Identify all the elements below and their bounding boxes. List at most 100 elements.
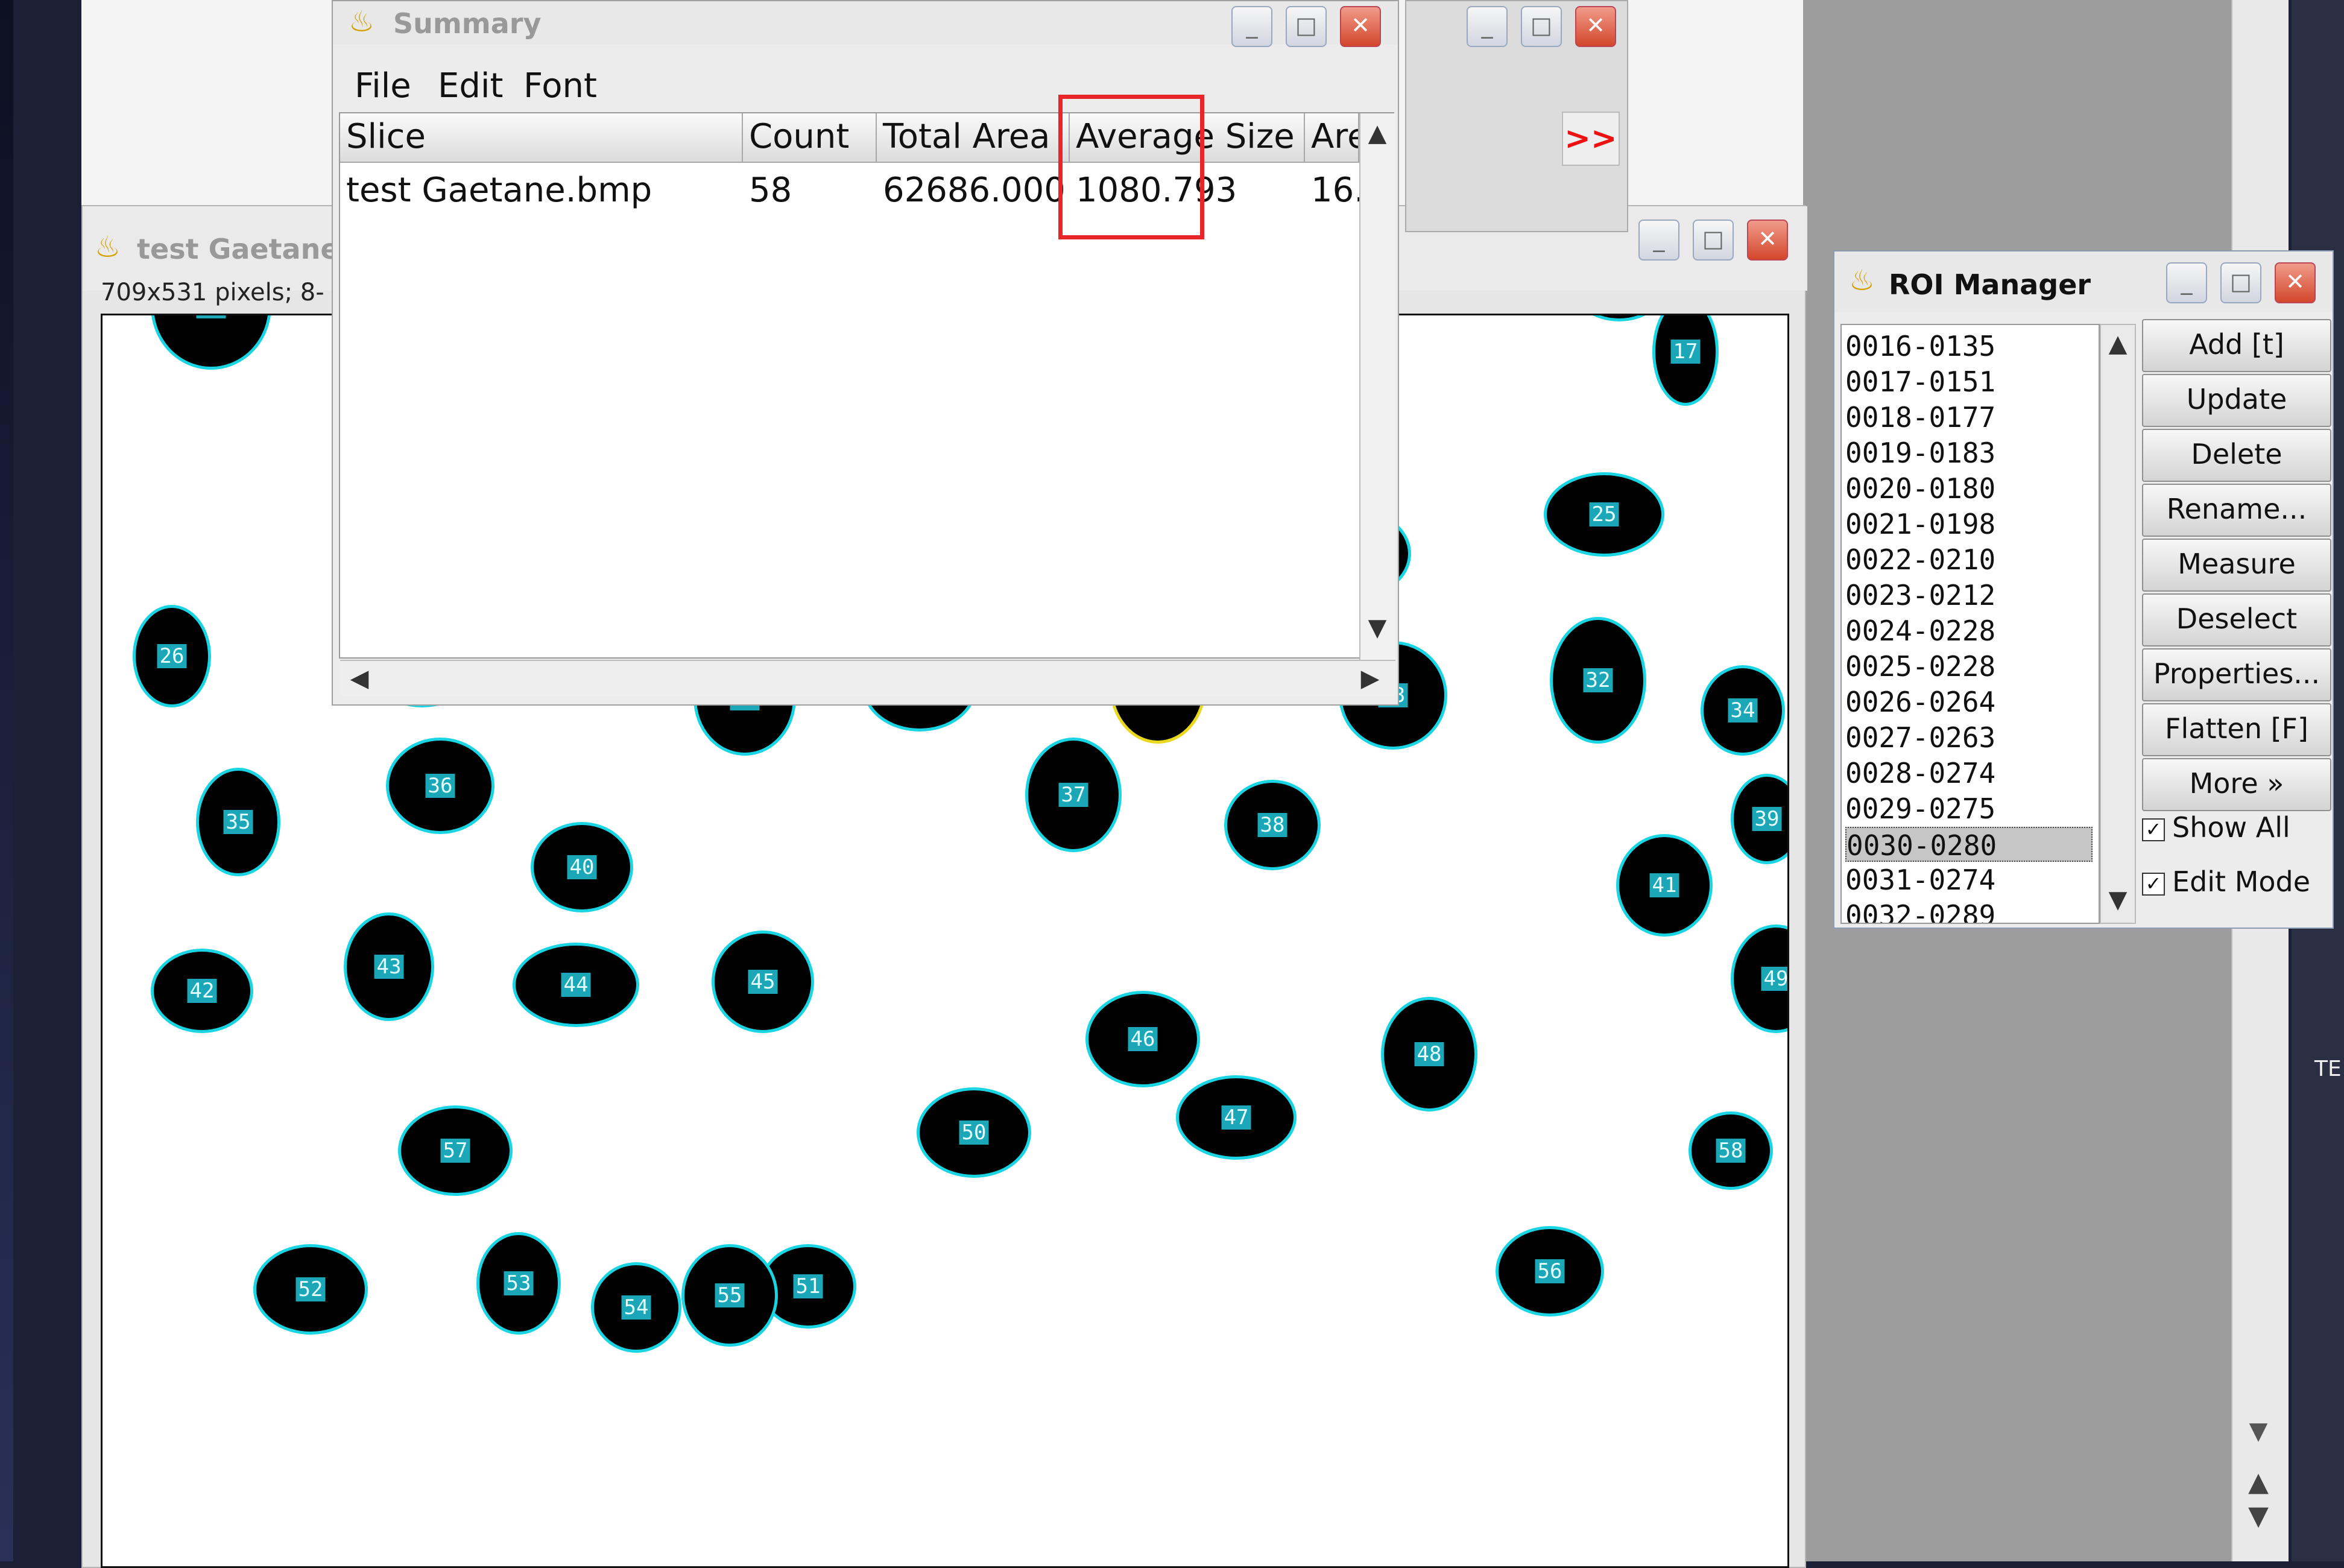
roi-list-item[interactable]: 0017-0151	[1845, 364, 2093, 399]
menu-font[interactable]: Font	[523, 66, 597, 106]
nucleus-roi[interactable]: 44	[513, 943, 639, 1027]
nucleus-roi[interactable]: 48	[1381, 997, 1477, 1111]
nucleus-roi[interactable]: 43	[344, 912, 434, 1021]
nucleus-roi[interactable]: 42	[151, 949, 253, 1033]
maximize-icon[interactable]: □	[1693, 220, 1734, 261]
nucleus-roi[interactable]: 39	[1731, 774, 1787, 864]
cell-total-area: 62686.000	[883, 171, 1066, 210]
roi-list-item[interactable]: 0025-0228	[1845, 649, 2093, 684]
roi-button-properties[interactable]: Properties...	[2142, 648, 2331, 701]
column-header-count[interactable]: Count	[743, 113, 877, 163]
menu-edit[interactable]: Edit	[438, 66, 503, 106]
nucleus-roi[interactable]: 50	[917, 1087, 1031, 1178]
maximize-icon[interactable]: □	[1521, 6, 1562, 47]
nucleus-roi[interactable]: 13	[151, 315, 271, 370]
roi-list[interactable]: 0016-0135 0017-0151 0018-0177 0019-0183 0020…	[1840, 324, 2100, 924]
roi-button-add-t[interactable]: Add [t]	[2142, 319, 2331, 372]
maximize-icon[interactable]: □	[2220, 262, 2261, 303]
close-icon[interactable]: ✕	[1575, 6, 1616, 47]
cell-count: 58	[749, 171, 792, 210]
roi-list-item[interactable]: 0028-0274	[1845, 756, 2093, 791]
nucleus-roi[interactable]: 46	[1085, 991, 1200, 1087]
nucleus-roi[interactable]: 25	[1544, 472, 1664, 557]
roi-list-item[interactable]: 0016-0135	[1845, 329, 2093, 364]
nucleus-roi[interactable]: 47	[1176, 1075, 1297, 1160]
roi-label: 54	[621, 1295, 651, 1320]
roi-list-item[interactable]: 0031-0274	[1845, 862, 2093, 897]
roi-list-item[interactable]: 0018-0177	[1845, 400, 2093, 435]
minimize-icon[interactable]: _	[1467, 6, 1508, 47]
maximize-icon[interactable]: □	[1286, 6, 1327, 47]
roi-list-item[interactable]: 0020-0180	[1845, 471, 2093, 506]
roi-list-item[interactable]: 0032-0289	[1845, 898, 2093, 923]
column-header-total-area[interactable]: Total Area	[877, 113, 1070, 163]
scroll-up-icon[interactable]: ▲	[1360, 119, 1394, 147]
column-header-slice[interactable]: Slice	[340, 113, 743, 163]
minimize-icon[interactable]: _	[1638, 220, 1679, 261]
nucleus-roi[interactable]: 36	[386, 738, 494, 834]
column-header-area-fraction[interactable]: Are	[1305, 113, 1359, 163]
roi-button-deselect[interactable]: Deselect	[2142, 593, 2331, 646]
roi-list-item[interactable]: 0026-0264	[1845, 684, 2093, 719]
horizontal-scrollbar[interactable]: ◀ ▶	[340, 660, 1395, 696]
roi-list-item[interactable]: 0019-0183	[1845, 435, 2093, 470]
edit-mode-checkbox[interactable]: ✓ Edit Mode	[2142, 865, 2310, 898]
nucleus-roi[interactable]: 41	[1616, 834, 1713, 937]
nucleus-roi[interactable]: 57	[398, 1105, 513, 1196]
nucleus-roi[interactable]: 40	[531, 822, 633, 912]
scroll-up-icon[interactable]: ▲	[2101, 330, 2135, 358]
scroll-left-icon[interactable]: ◀	[343, 665, 376, 692]
results-table[interactable]: Slice Count Total Area Average Size Are …	[339, 112, 1395, 696]
roi-list-item[interactable]: 0024-0228	[1845, 613, 2093, 648]
nucleus-roi[interactable]: 32	[1550, 617, 1646, 744]
roi-list-item[interactable]: 0027-0263	[1845, 720, 2093, 755]
minimize-icon[interactable]: _	[1231, 6, 1272, 47]
roi-list-item[interactable]: 0023-0212	[1845, 578, 2093, 613]
nucleus-roi[interactable]: 37	[1025, 738, 1122, 852]
nucleus-roi[interactable]: 58	[1689, 1111, 1773, 1190]
roi-list-item[interactable]: 0029-0275	[1845, 791, 2093, 826]
nucleus-roi[interactable]: 26	[133, 605, 211, 707]
nucleus-roi[interactable]: 17	[1652, 315, 1719, 406]
close-icon[interactable]: ✕	[1340, 6, 1381, 47]
roi-list-item[interactable]: 0021-0198	[1845, 507, 2093, 542]
roi-list-scrollbar[interactable]: ▲ ▼	[2100, 324, 2136, 924]
nucleus-roi[interactable]: 53	[476, 1232, 561, 1335]
roi-button-rename[interactable]: Rename...	[2142, 484, 2331, 537]
menu-file[interactable]: File	[355, 66, 411, 106]
roi-label: 43	[374, 955, 404, 979]
summary-window[interactable]: ♨ Summary _ □ ✕ File Edit Font Slice Cou…	[332, 0, 1399, 706]
roi-manager-titlebar[interactable]: ♨ ROI Manager _ □ ✕	[1834, 251, 2333, 312]
roi-manager-window[interactable]: ♨ ROI Manager _ □ ✕ 0016-0135 0017-0151 00…	[1833, 250, 2334, 929]
nucleus-roi[interactable]: 55	[681, 1244, 778, 1347]
roi-button-more[interactable]: More »	[2142, 758, 2331, 811]
scroll-right-icon[interactable]: ▶	[1353, 665, 1387, 692]
roi-list-item[interactable]: 0030-0280	[1845, 827, 2093, 862]
nucleus-roi[interactable]: 45	[712, 931, 814, 1033]
nucleus-roi[interactable]: 35	[196, 768, 280, 876]
scroll-down-icon[interactable]: ▼	[1360, 614, 1394, 642]
vertical-scrollbar[interactable]: ▲ ▼	[1359, 113, 1395, 660]
roi-list-item[interactable]: 0022-0210	[1845, 542, 2093, 577]
nucleus-roi[interactable]: 52	[253, 1244, 368, 1335]
nucleus-roi[interactable]: 34	[1701, 665, 1785, 756]
nucleus-roi[interactable]: 54	[591, 1262, 681, 1353]
nucleus-roi[interactable]: 16	[1568, 315, 1670, 321]
roi-button-flatten-f[interactable]: Flatten [F]	[2142, 703, 2331, 756]
roi-button-delete[interactable]: Delete	[2142, 429, 2331, 482]
minimize-icon[interactable]: _	[2166, 262, 2207, 303]
summary-titlebar[interactable]: ♨ Summary _ □ ✕	[333, 1, 1398, 47]
nucleus-roi[interactable]: 56	[1496, 1226, 1604, 1317]
scroll-down-icon[interactable]: ▼	[2240, 1417, 2276, 1453]
close-icon[interactable]: ✕	[2275, 262, 2316, 303]
more-tools-button[interactable]: >>	[1562, 112, 1620, 166]
nucleus-roi[interactable]: 49	[1731, 925, 1787, 1033]
page-jump-icon[interactable]: ▲ ▼	[2240, 1465, 2276, 1538]
roi-label: 49	[1761, 967, 1787, 991]
close-icon[interactable]: ✕	[1747, 220, 1788, 261]
scroll-down-icon[interactable]: ▼	[2101, 886, 2135, 914]
roi-button-measure[interactable]: Measure	[2142, 539, 2331, 592]
roi-button-update[interactable]: Update	[2142, 374, 2331, 427]
show-all-checkbox[interactable]: ✓ Show All	[2142, 811, 2290, 844]
nucleus-roi[interactable]: 38	[1224, 780, 1321, 870]
